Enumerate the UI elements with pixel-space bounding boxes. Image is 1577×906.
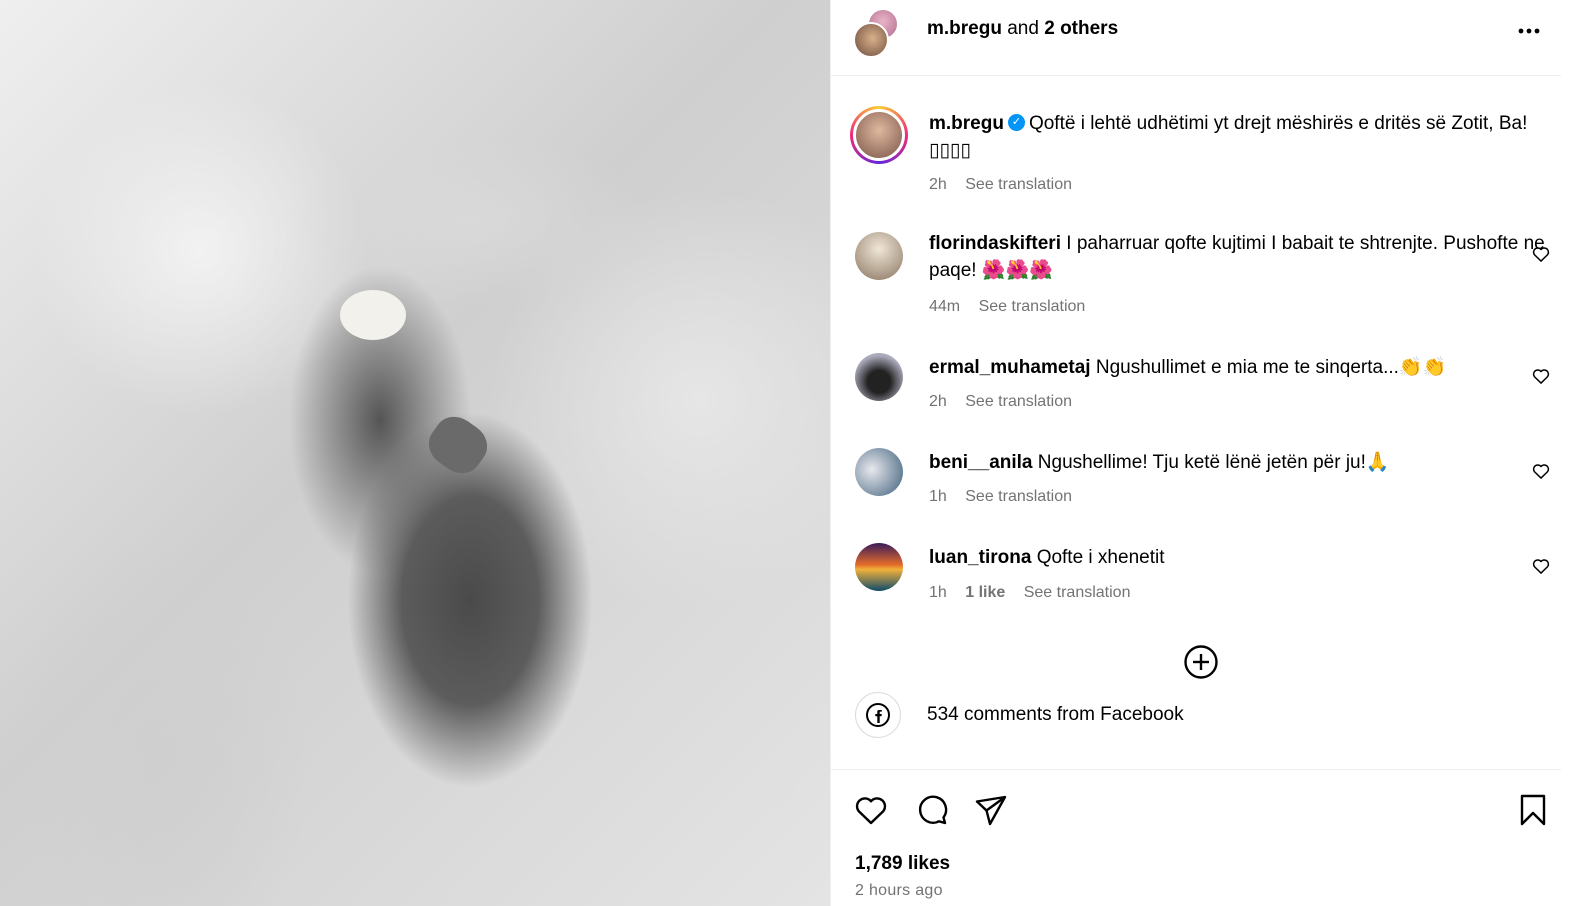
avatar[interactable] [855, 232, 903, 280]
comment-time[interactable]: 1h [929, 488, 947, 505]
comment-time[interactable]: 1h [929, 584, 947, 601]
comment-time[interactable]: 2h [929, 393, 947, 410]
share-icon[interactable] [973, 792, 1009, 828]
comment-text: Ngushellime! Tju ketë lënë jetën për ju!… [1037, 452, 1390, 473]
comment-text: Qofte i xhenetit [1036, 547, 1165, 568]
avatar[interactable] [855, 543, 903, 591]
facebook-icon [855, 692, 901, 738]
avatar[interactable] [850, 106, 908, 164]
caption-time[interactable]: 2h [929, 176, 947, 193]
see-translation-link[interactable]: See translation [965, 393, 1072, 410]
bookmark-icon[interactable] [1515, 792, 1551, 828]
comment-username[interactable]: florindaskifteri [929, 233, 1061, 254]
comment-text: Ngushullimet e mia me te sinqerta...👏👏 [1095, 357, 1447, 378]
post-authors: m.bregu and 2 others [927, 18, 1118, 40]
caption-text-block: m.bregu ✓ Qoftë i lehtë udhëtimi yt drejt … [929, 110, 1557, 164]
caption-meta: 2h See translation [929, 176, 1086, 194]
collab-avatars[interactable] [853, 8, 907, 58]
plus-circle-icon[interactable] [1183, 644, 1219, 680]
like-comment-heart-icon[interactable] [1531, 461, 1551, 481]
facebook-comments-text: 534 comments from Facebook [927, 704, 1184, 725]
post-header: m.bregu and 2 others [831, 0, 1561, 76]
post-photo[interactable] [0, 0, 830, 906]
fingernail-dark [420, 408, 496, 482]
avatar [853, 22, 889, 58]
like-comment-heart-icon[interactable] [1531, 244, 1551, 264]
comment-username[interactable]: beni__anila [929, 452, 1033, 473]
collaborators-link[interactable]: 2 others [1044, 18, 1118, 39]
post-actions [831, 769, 1561, 849]
caption-username[interactable]: m.bregu [929, 113, 1004, 134]
like-comment-heart-icon[interactable] [1531, 556, 1551, 576]
verified-badge-icon: ✓ [1007, 113, 1025, 131]
author-joiner: and [1007, 18, 1039, 39]
comment-username[interactable]: ermal_muhametaj [929, 357, 1091, 378]
like-comment-heart-icon[interactable] [1531, 366, 1551, 386]
more-horizontal-icon[interactable] [1515, 17, 1543, 45]
likes-count[interactable]: 1,789 likes [855, 853, 950, 875]
avatar[interactable] [855, 353, 903, 401]
see-translation-link[interactable]: See translation [979, 298, 1086, 315]
comment-likes[interactable]: 1 like [965, 584, 1005, 601]
facebook-comments-link[interactable]: 534 comments from Facebook [855, 690, 1555, 738]
comment-username[interactable]: luan_tirona [929, 547, 1031, 568]
fingernail [340, 290, 406, 340]
heart-icon[interactable] [853, 792, 889, 828]
comment-icon[interactable] [914, 792, 950, 828]
author-username[interactable]: m.bregu [927, 18, 1002, 39]
comment-time[interactable]: 44m [929, 298, 960, 315]
comments-panel: m.bregu and 2 others m.bregu ✓ Qoftë i leh… [830, 0, 1577, 906]
ring [746, 765, 798, 813]
see-translation-link[interactable]: See translation [965, 176, 1072, 193]
see-translation-link[interactable]: See translation [1024, 584, 1131, 601]
avatar[interactable] [855, 448, 903, 496]
post-timestamp[interactable]: 2 hours ago [855, 882, 943, 900]
see-translation-link[interactable]: See translation [965, 488, 1072, 505]
